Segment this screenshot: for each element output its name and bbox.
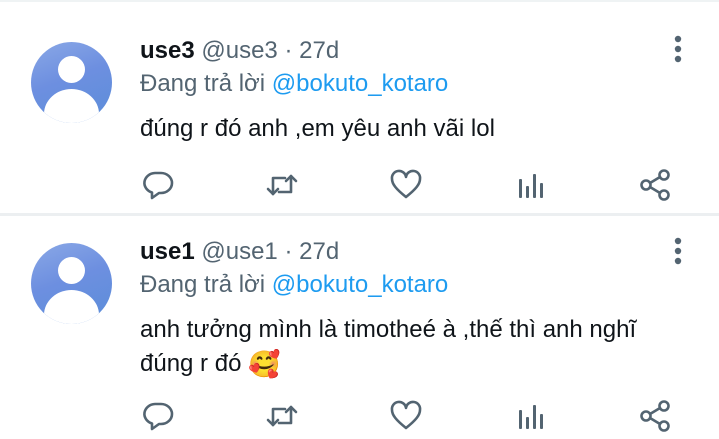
tweet-text-body: anh tưởng mình là timotheé à ,thế thì an… bbox=[140, 316, 637, 377]
tweet-header: use3 @use3 · 27d bbox=[140, 37, 339, 65]
tweet-text-body: đúng r đó anh ,em yêu anh vãi lol bbox=[140, 115, 495, 142]
avatar-body-shape bbox=[44, 89, 99, 123]
tweet-actions bbox=[140, 167, 680, 203]
retweet-icon[interactable] bbox=[264, 167, 300, 203]
display-name[interactable]: use1 bbox=[140, 238, 195, 265]
reply-tweet[interactable]: use1 @use1 · 27d Đang trả lời @bokuto_ko… bbox=[0, 216, 719, 439]
user-handle[interactable]: @use3 bbox=[201, 37, 277, 64]
more-vertical-icon[interactable] bbox=[668, 236, 688, 266]
tweet-text: anh tưởng mình là timotheé à ,thế thì an… bbox=[140, 313, 680, 381]
tweet-time[interactable]: 27d bbox=[299, 238, 339, 265]
header-separator: · bbox=[284, 37, 293, 64]
tweet-time[interactable]: 27d bbox=[299, 37, 339, 64]
reply-feed: use3 @use3 · 27d Đang trả lời @bokuto_ko… bbox=[0, 0, 719, 439]
replying-to-line: Đang trả lời @bokuto_kotaro bbox=[140, 271, 448, 299]
replying-to-handle[interactable]: @bokuto_kotaro bbox=[272, 70, 448, 97]
reply-icon[interactable] bbox=[140, 167, 176, 203]
views-icon[interactable] bbox=[513, 167, 549, 203]
like-icon[interactable] bbox=[388, 398, 424, 434]
display-name[interactable]: use3 bbox=[140, 37, 195, 64]
more-vertical-icon[interactable] bbox=[668, 34, 688, 64]
avatar-head-shape bbox=[58, 56, 85, 83]
tweet-text: đúng r đó anh ,em yêu anh vãi lol bbox=[140, 112, 680, 146]
tweet-actions bbox=[140, 398, 680, 434]
reply-tweet[interactable]: use3 @use3 · 27d Đang trả lời @bokuto_ko… bbox=[0, 2, 719, 213]
default-avatar-icon[interactable] bbox=[31, 243, 112, 324]
tweet-header: use1 @use1 · 27d bbox=[140, 238, 339, 266]
reply-icon[interactable] bbox=[140, 398, 176, 434]
replying-to-line: Đang trả lời @bokuto_kotaro bbox=[140, 70, 448, 98]
default-avatar-icon[interactable] bbox=[31, 42, 112, 123]
header-separator: · bbox=[284, 238, 293, 265]
replying-to-handle[interactable]: @bokuto_kotaro bbox=[272, 271, 448, 298]
views-icon[interactable] bbox=[513, 398, 549, 434]
avatar-head-shape bbox=[58, 257, 85, 284]
replying-to-label: Đang trả lời bbox=[140, 271, 266, 298]
share-icon[interactable] bbox=[637, 167, 673, 203]
user-handle[interactable]: @use1 bbox=[201, 238, 277, 265]
replying-to-label: Đang trả lời bbox=[140, 70, 266, 97]
retweet-icon[interactable] bbox=[264, 398, 300, 434]
avatar-body-shape bbox=[44, 290, 99, 324]
smiling-face-with-hearts-emoji: 🥰 bbox=[248, 350, 281, 380]
like-icon[interactable] bbox=[388, 167, 424, 203]
share-icon[interactable] bbox=[637, 398, 673, 434]
